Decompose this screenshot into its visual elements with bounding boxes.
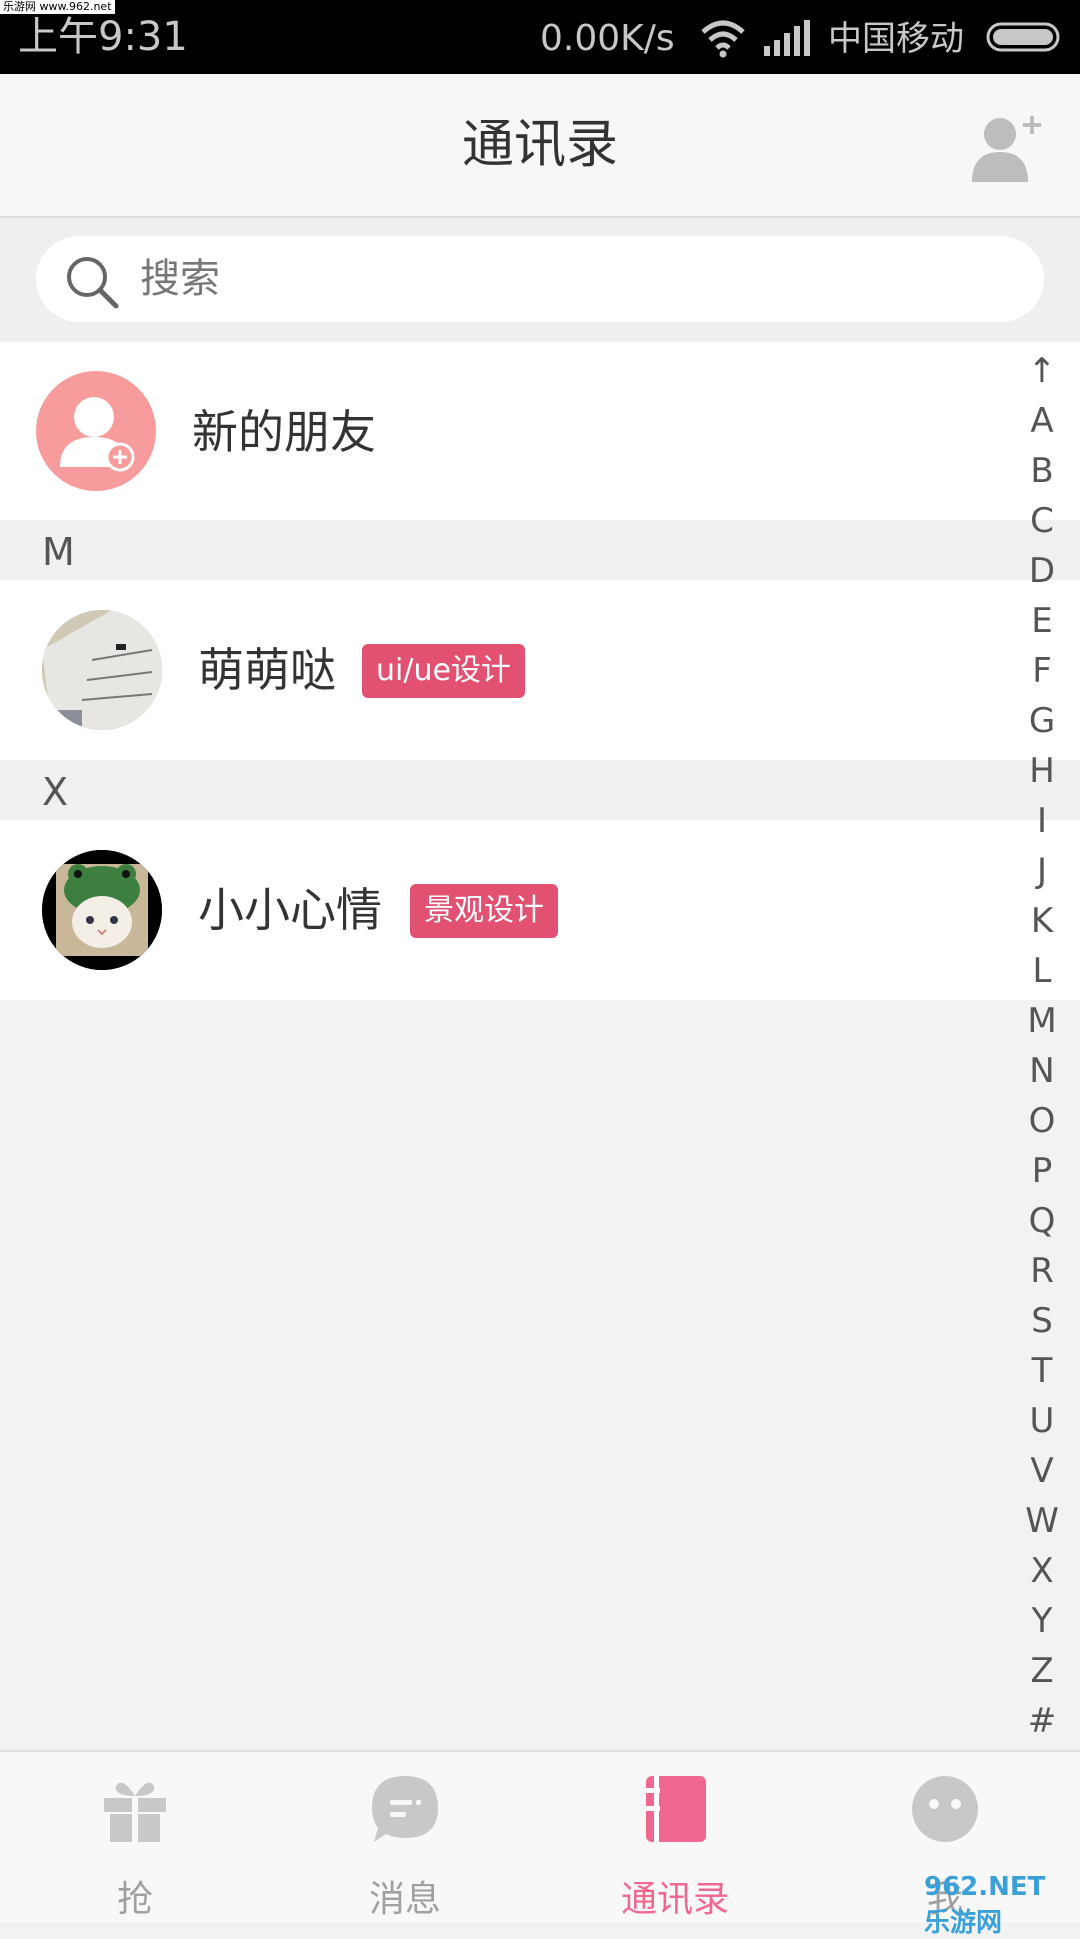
status-bar: 上午9:31 0.00K/s 中国移动 <box>0 0 1080 74</box>
new-friend-icon <box>36 371 156 491</box>
tab-messages[interactable]: 消息 <box>270 1752 540 1922</box>
tab-label: 通讯录 <box>620 1879 729 1920</box>
status-network-speed: 0.00K/s <box>540 18 675 59</box>
contact-tag: ui/ue设计 <box>362 644 525 698</box>
section-header-m: M <box>0 520 1080 580</box>
new-friends-row[interactable]: 新的朋友 <box>0 342 1080 520</box>
index-letter[interactable]: T <box>1022 1346 1062 1396</box>
index-letter[interactable]: C <box>1022 496 1062 546</box>
alphabet-index-bar[interactable]: ↑ A B C D E F G H I J K L M N O P Q R S T U V W X Y Z # <box>1022 346 1062 1746</box>
tab-grab[interactable]: 抢 <box>0 1752 270 1922</box>
index-letter[interactable]: V <box>1022 1446 1062 1496</box>
index-letter[interactable]: # <box>1022 1696 1062 1746</box>
section-letter: M <box>42 530 75 574</box>
tab-label: 消息 <box>368 1879 441 1920</box>
index-letter[interactable]: Z <box>1022 1646 1062 1696</box>
battery-icon <box>986 22 1060 52</box>
contact-row[interactable]: 小小心情 景观设计 <box>0 820 1080 1000</box>
search-input[interactable]: 搜索 <box>36 236 1044 322</box>
index-letter[interactable]: U <box>1022 1396 1062 1446</box>
index-letter[interactable]: B <box>1022 446 1062 496</box>
index-letter[interactable]: K <box>1022 896 1062 946</box>
index-letter[interactable]: N <box>1022 1046 1062 1096</box>
app-header: 通讯录 <box>0 74 1080 218</box>
new-friends-label: 新的朋友 <box>192 405 376 459</box>
index-letter[interactable]: D <box>1022 546 1062 596</box>
contact-tag: 景观设计 <box>410 884 558 938</box>
index-letter[interactable]: G <box>1022 696 1062 746</box>
gift-icon <box>104 1782 166 1842</box>
search-icon <box>67 257 119 309</box>
index-letter[interactable]: Q <box>1022 1196 1062 1246</box>
watermark: 乐游网 www.962.net <box>0 0 115 14</box>
index-letter[interactable]: S <box>1022 1296 1062 1346</box>
avatar <box>42 610 162 730</box>
contacts-book-icon <box>646 1776 706 1842</box>
index-letter[interactable]: P <box>1022 1146 1062 1196</box>
index-letter[interactable]: W <box>1022 1496 1062 1546</box>
watermark: 962.NET 乐游网 <box>924 1872 1046 1938</box>
index-letter[interactable]: R <box>1022 1246 1062 1296</box>
index-letter[interactable]: O <box>1022 1096 1062 1146</box>
index-letter[interactable]: X <box>1022 1546 1062 1596</box>
contact-name: 小小心情 <box>198 883 382 937</box>
signal-icon <box>764 20 810 56</box>
search-area: 搜索 <box>0 218 1080 340</box>
add-contact-icon[interactable] <box>968 112 1048 182</box>
index-letter[interactable]: M <box>1022 996 1062 1046</box>
index-letter[interactable]: A <box>1022 396 1062 446</box>
index-letter[interactable]: L <box>1022 946 1062 996</box>
page-title: 通讯录 <box>461 115 618 175</box>
contact-row[interactable]: 萌萌哒 ui/ue设计 <box>0 580 1080 760</box>
index-letter[interactable]: I <box>1022 796 1062 846</box>
search-placeholder: 搜索 <box>140 256 220 302</box>
status-time: 上午9:31 <box>18 14 188 60</box>
message-icon <box>372 1776 438 1842</box>
me-icon <box>912 1776 978 1842</box>
bottom-nav: 抢 消息 通讯录 我 <box>0 1750 1080 1922</box>
wifi-icon <box>701 20 745 58</box>
index-letter[interactable]: E <box>1022 596 1062 646</box>
index-letter[interactable]: ↑ <box>1022 346 1062 396</box>
index-letter[interactable]: H <box>1022 746 1062 796</box>
tab-contacts[interactable]: 通讯录 <box>540 1752 810 1922</box>
index-letter[interactable]: Y <box>1022 1596 1062 1646</box>
index-letter[interactable]: J <box>1022 846 1062 896</box>
section-header-x: X <box>0 760 1080 820</box>
contact-name: 萌萌哒 <box>198 643 336 697</box>
status-carrier: 中国移动 <box>828 19 964 59</box>
avatar <box>42 850 162 970</box>
tab-label: 抢 <box>116 1879 153 1920</box>
index-letter[interactable]: F <box>1022 646 1062 696</box>
section-letter: X <box>42 770 69 814</box>
